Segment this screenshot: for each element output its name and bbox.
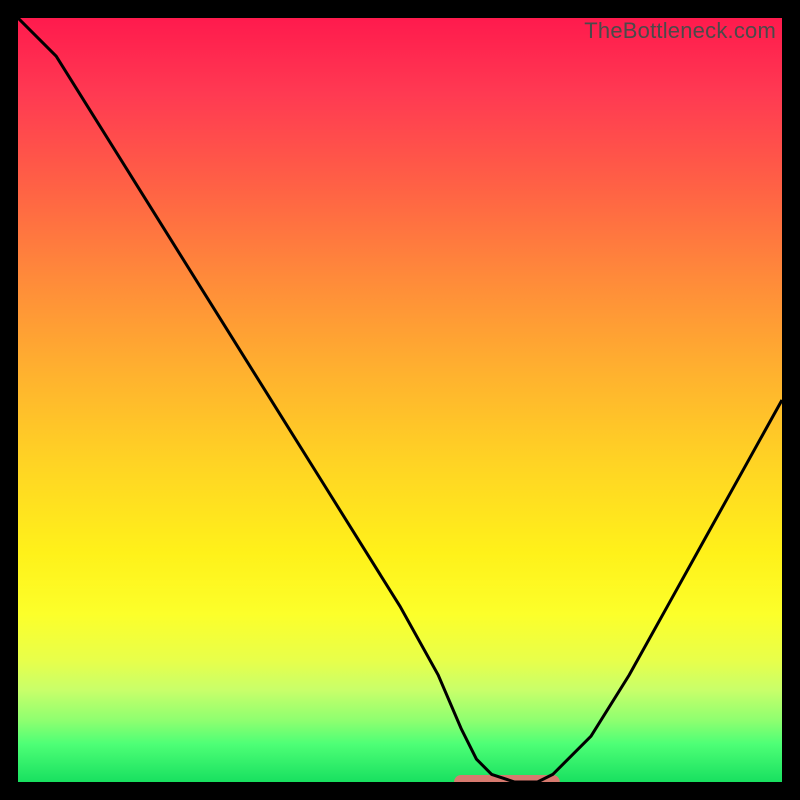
bottleneck-curve <box>18 18 782 782</box>
chart-plot-area: TheBottleneck.com <box>18 18 782 782</box>
chart-svg <box>18 18 782 782</box>
